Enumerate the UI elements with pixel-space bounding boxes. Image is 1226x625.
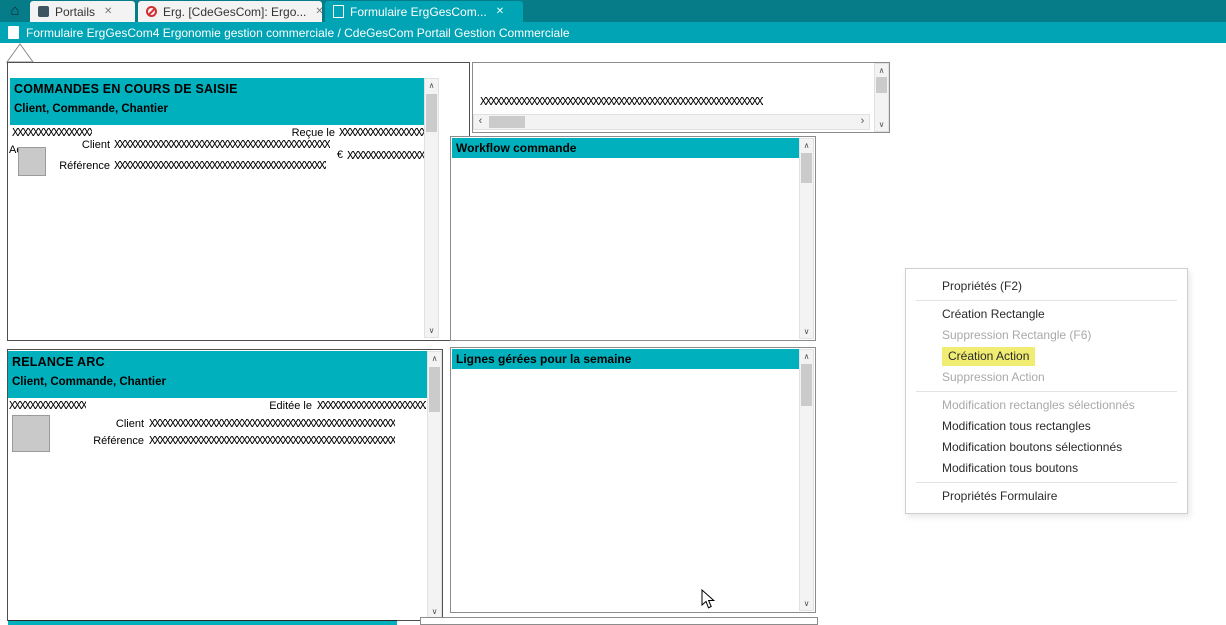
panel-subtitle: Client, Commande, Chantier — [14, 103, 424, 115]
image-placeholder-box[interactable] — [18, 147, 46, 176]
field-placeholder[interactable]: XXXXXXXXXXXXXXXXXXXXXXXXXXXXXXXXXXXXXXXX… — [317, 399, 426, 412]
menu-item-modif-tous-boutons[interactable]: Modification tous boutons — [906, 458, 1187, 479]
field-placeholder[interactable]: XXXXXXXXXXXXXXXXXXXXXXXXXXXXXXXXXXXXXXXX… — [12, 126, 92, 139]
scroll-down-icon[interactable]: ∨ — [425, 324, 438, 337]
menu-item-suppression-action: Suppression Action — [906, 367, 1187, 388]
workflow-vertical-scrollbar[interactable]: ∧ ∨ — [799, 138, 814, 339]
image-placeholder-box[interactable] — [12, 415, 50, 452]
menu-item-creation-action[interactable]: Création Action — [906, 346, 1187, 367]
commandes-vertical-scrollbar[interactable]: ∧ ∨ — [424, 78, 439, 338]
panel-partial-bottom-left — [8, 620, 397, 625]
menu-item-suppression-rectangle: Suppression Rectangle (F6) — [906, 325, 1187, 346]
reference-label: Référence — [48, 160, 110, 173]
field-placeholder[interactable]: XXXXXXXXXXXXXXXXXXXXXXXXXXXXXXXXXXXXXXXX… — [9, 399, 86, 412]
home-button[interactable]: ⌂ — [2, 0, 28, 22]
scroll-up-icon[interactable]: ∧ — [875, 64, 888, 77]
tab-portails[interactable]: Portails ✕ — [30, 1, 135, 22]
client-label: Client — [92, 418, 144, 431]
panel-relance-header: RELANCE ARC Client, Commande, Chantier — [8, 351, 427, 398]
field-placeholder[interactable]: XXXXXXXXXXXXXXXXXXXXXXXXXXXXXXXXXXXXXXXX… — [149, 417, 395, 430]
scroll-down-icon[interactable]: ∨ — [800, 597, 813, 610]
scroll-thumb[interactable] — [801, 364, 812, 406]
panel-lignes-header: Lignes gérées pour la semaine — [452, 349, 799, 369]
reference-label: Référence — [80, 435, 144, 448]
browser-tab-bar: ⌂ Portails ✕ Erg. [CdeGesCom]: Ergo... ✕… — [0, 0, 1226, 22]
field-placeholder[interactable]: XXXXXXXXXXXXXXXXXXXXXXXXXXXXXXXXXXXXXXXX… — [347, 149, 424, 162]
panel-lignes[interactable] — [450, 347, 816, 613]
panel-subtitle: Client, Commande, Chantier — [12, 376, 427, 388]
scroll-up-icon[interactable]: ∧ — [800, 350, 813, 363]
lignes-vertical-scrollbar[interactable]: ∧ ∨ — [799, 349, 814, 611]
panel-commandes-header: COMMANDES EN COURS DE SAISIE Client, Com… — [10, 78, 424, 125]
page-header: Formulaire ErgGesCom4 Ergonomie gestion … — [0, 22, 1226, 43]
scroll-thumb[interactable] — [801, 153, 812, 183]
portal-icon — [38, 6, 49, 17]
top-strip-horizontal-scrollbar[interactable]: ‹ › — [473, 114, 870, 130]
panel-partial-bottom-right — [420, 617, 818, 625]
menu-item-modif-rectangles-selectionnes: Modification rectangles sélectionnés — [906, 395, 1187, 416]
close-icon[interactable]: ✕ — [496, 6, 504, 17]
tab-label: Portails — [55, 5, 95, 19]
form-icon — [8, 26, 19, 39]
panel-title: Workflow commande — [456, 141, 576, 155]
panel-workflow[interactable] — [450, 136, 816, 341]
close-icon[interactable]: ✕ — [104, 6, 112, 17]
menu-item-proprietes[interactable]: Propriétés (F2) — [906, 276, 1187, 297]
tab-formulaire-erggescom[interactable]: Formulaire ErgGesCom... ✕ — [325, 1, 523, 22]
scroll-up-icon[interactable]: ∧ — [425, 79, 438, 92]
tab-label: Erg. [CdeGesCom]: Ergo... — [163, 5, 306, 19]
panel-title: COMMANDES EN COURS DE SAISIE — [14, 82, 424, 96]
scroll-thumb[interactable] — [426, 94, 437, 132]
euro-label: € — [333, 149, 343, 162]
home-icon: ⌂ — [10, 2, 19, 19]
app-window: ⌂ Portails ✕ Erg. [CdeGesCom]: Ergo... ✕… — [0, 0, 1226, 625]
menu-separator — [916, 482, 1177, 483]
menu-item-proprietes-formulaire[interactable]: Propriétés Formulaire — [906, 486, 1187, 507]
scroll-left-icon[interactable]: ‹ — [474, 115, 487, 129]
no-entry-icon — [146, 6, 157, 17]
tab-erg-cdegescom[interactable]: Erg. [CdeGesCom]: Ergo... ✕ — [138, 1, 322, 22]
selection-handle-triangle[interactable] — [6, 43, 34, 63]
page-title: Formulaire ErgGesCom4 Ergonomie gestion … — [26, 26, 570, 40]
client-label: Client — [62, 139, 110, 152]
menu-item-modif-boutons-selectionnes[interactable]: Modification boutons sélectionnés — [906, 437, 1187, 458]
scroll-thumb[interactable] — [489, 116, 525, 128]
field-placeholder[interactable]: XXXXXXXXXXXXXXXXXXXXXXXXXXXXXXXXXXXXXXXX… — [114, 159, 326, 172]
scroll-up-icon[interactable]: ∧ — [800, 139, 813, 152]
field-placeholder[interactable]: XXXXXXXXXXXXXXXXXXXXXXXXXXXXXXXXXXXXXXXX… — [339, 126, 424, 139]
relance-vertical-scrollbar[interactable]: ∧ ∨ — [427, 351, 442, 619]
top-strip-vertical-scrollbar[interactable]: ∧ ∨ — [874, 63, 889, 132]
editee-le-label: Editée le — [252, 400, 312, 413]
scroll-thumb[interactable] — [876, 77, 887, 93]
scroll-up-icon[interactable]: ∧ — [428, 352, 441, 365]
field-placeholder[interactable]: XXXXXXXXXXXXXXXXXXXXXXXXXXXXXXXXXXXXXXXX… — [480, 95, 763, 108]
field-placeholder[interactable]: XXXXXXXXXXXXXXXXXXXXXXXXXXXXXXXXXXXXXXXX… — [114, 138, 330, 151]
menu-item-creation-rectangle[interactable]: Création Rectangle — [906, 304, 1187, 325]
close-icon[interactable]: ✕ — [315, 6, 322, 17]
menu-item-modif-tous-rectangles[interactable]: Modification tous rectangles — [906, 416, 1187, 437]
scroll-thumb[interactable] — [429, 367, 440, 412]
panel-title: Lignes gérées pour la semaine — [456, 352, 631, 366]
field-placeholder[interactable]: XXXXXXXXXXXXXXXXXXXXXXXXXXXXXXXXXXXXXXXX… — [149, 434, 395, 447]
scroll-down-icon[interactable]: ∨ — [800, 325, 813, 338]
panel-title: RELANCE ARC — [12, 355, 427, 369]
scroll-right-icon[interactable]: › — [856, 115, 869, 129]
mouse-cursor — [701, 589, 717, 610]
context-menu: Propriétés (F2) Création Rectangle Suppr… — [905, 268, 1188, 514]
menu-separator — [916, 391, 1177, 392]
menu-separator — [916, 300, 1177, 301]
scroll-down-icon[interactable]: ∨ — [875, 118, 888, 131]
tab-label: Formulaire ErgGesCom... — [350, 5, 487, 19]
form-icon — [333, 5, 344, 18]
panel-workflow-header: Workflow commande — [452, 138, 799, 158]
